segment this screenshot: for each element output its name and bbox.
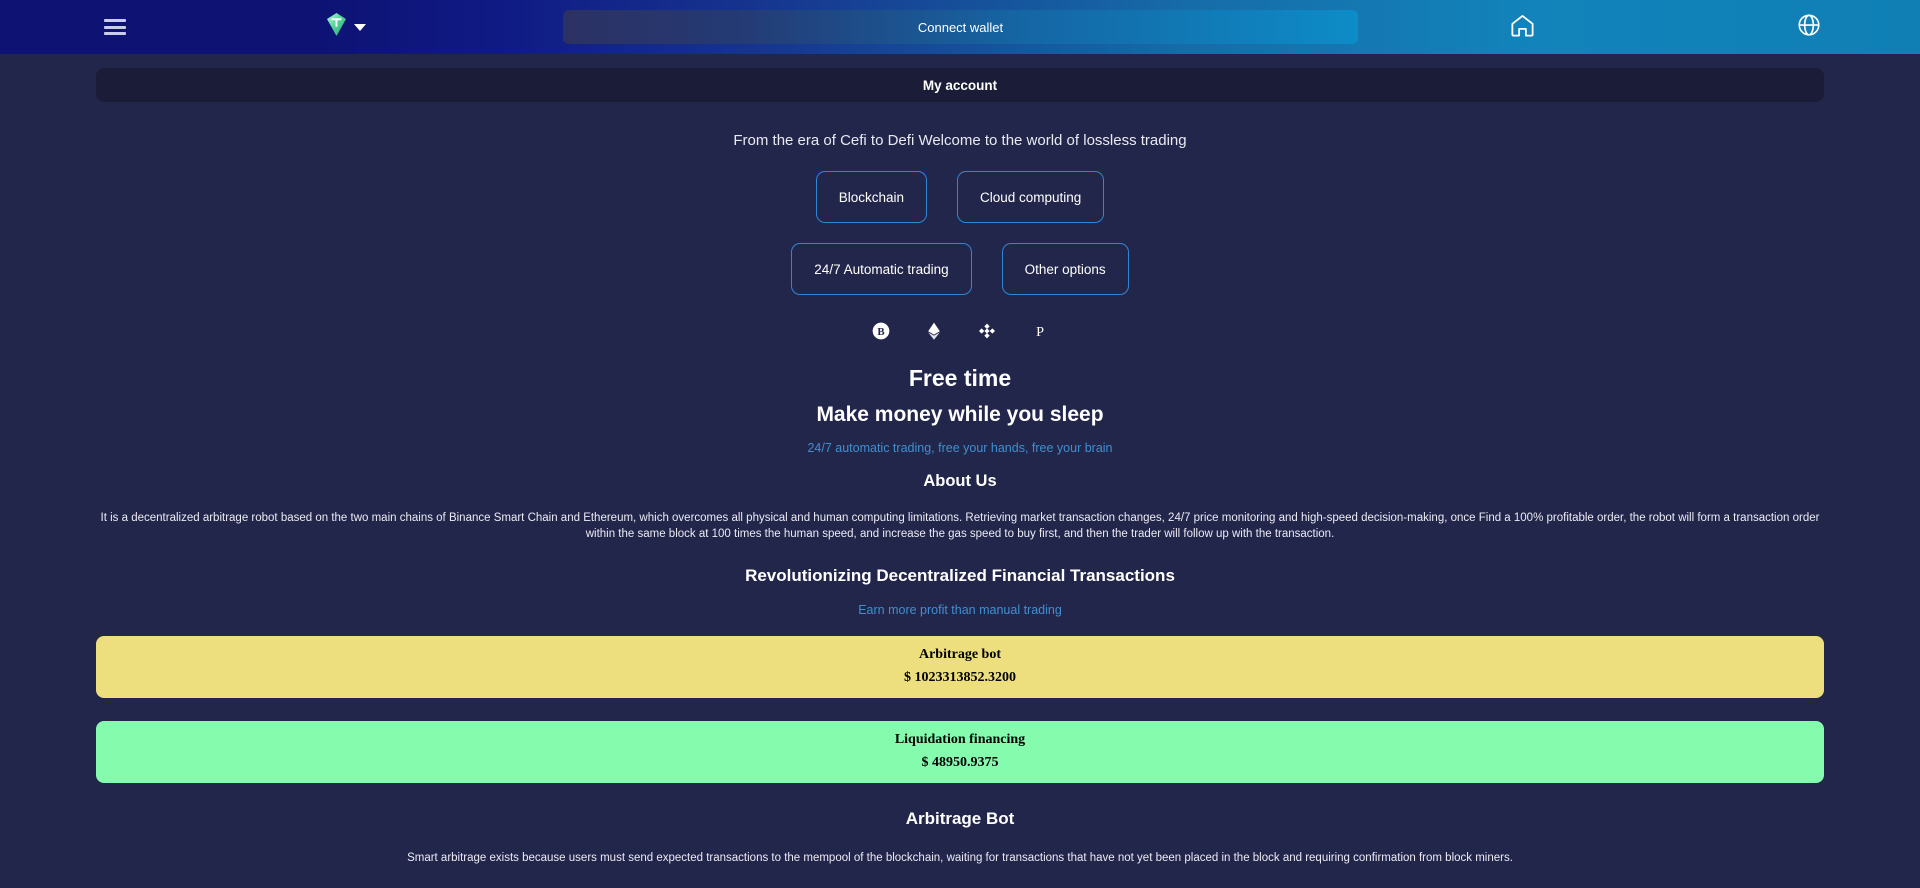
heading-arbitrage-bot: Arbitrage Bot <box>905 808 1015 828</box>
about-us-paragraph: It is a decentralized arbitrage robot ba… <box>100 512 1820 541</box>
feature-pill-row-2: 24/7 Automatic trading Other options <box>0 243 1920 295</box>
pill-cloud-computing[interactable]: Cloud computing <box>956 171 1105 223</box>
hero-subtitle: 24/7 automatic trading, free your hands,… <box>807 441 1113 455</box>
hero-tagline: From the era of Cefi to Defi Welcome to … <box>733 132 1187 149</box>
bitcoin-icon: B <box>871 321 891 341</box>
heading-make-money: Make money while you sleep <box>816 403 1104 426</box>
heading-free-time: Free time <box>908 365 1012 391</box>
pill-automatic-trading[interactable]: 24/7 Automatic trading <box>791 243 972 295</box>
chevron-down-icon <box>354 23 366 31</box>
hamburger-bar <box>104 19 126 22</box>
crypto-icon-row: B P <box>0 321 1920 341</box>
stat-card-value: $ 1023313852.3200 <box>904 670 1016 686</box>
hamburger-bar <box>104 25 126 29</box>
home-icon[interactable] <box>1509 12 1536 44</box>
stat-card-liquidation-financing: Liquidation financing $ 48950.9375 <box>96 720 1824 783</box>
my-account-bar[interactable]: My account <box>96 68 1824 102</box>
stat-card-title: Liquidation financing <box>894 732 1026 748</box>
stat-card-value: $ 48950.9375 <box>921 755 999 771</box>
svg-text:B: B <box>877 326 884 338</box>
hamburger-menu-icon[interactable] <box>104 19 126 35</box>
heading-about-us: About Us <box>923 472 997 490</box>
page-content: My account From the era of Cefi to Defi … <box>0 68 1920 864</box>
polkadot-icon: P <box>1030 321 1050 341</box>
arbitrage-bot-paragraph: Smart arbitrage exists because users mus… <box>407 851 1513 864</box>
heading-revolutionizing: Revolutionizing Decentralized Financial … <box>745 565 1175 585</box>
pill-other-options[interactable]: Other options <box>1001 243 1129 295</box>
feature-pill-row-1: Blockchain Cloud computing <box>0 171 1920 223</box>
binance-icon <box>977 321 997 341</box>
app-header: Connect wallet <box>0 0 1920 54</box>
revolution-subtitle: Earn more profit than manual trading <box>858 602 1062 617</box>
pill-blockchain[interactable]: Blockchain <box>815 171 927 223</box>
hamburger-bar <box>104 32 126 35</box>
svg-text:P: P <box>1036 324 1044 340</box>
globe-icon[interactable] <box>1796 12 1822 43</box>
logo-dropdown[interactable] <box>326 13 366 41</box>
connect-wallet-button[interactable]: Connect wallet <box>563 10 1358 44</box>
stat-card-title: Arbitrage bot <box>918 647 1002 663</box>
ethereum-icon <box>924 321 944 341</box>
tether-gem-logo-icon <box>326 13 347 41</box>
stat-card-arbitrage-bot: Arbitrage bot $ 1023313852.3200 <box>96 635 1824 698</box>
